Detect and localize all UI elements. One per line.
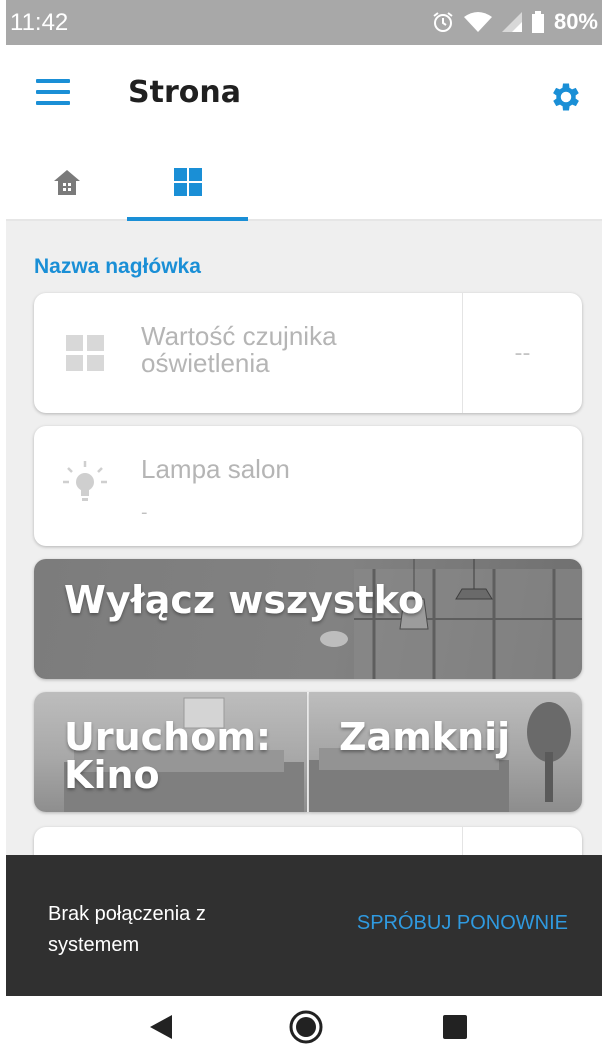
scene-close-button[interactable]: Zamknij	[309, 692, 582, 812]
lamp-card[interactable]: Lampa salon -	[34, 426, 582, 546]
system-nav-bar	[6, 996, 602, 1051]
tab-home[interactable]	[34, 145, 100, 221]
sensor-label: Wartość czujnika oświetlenia	[141, 321, 337, 378]
scene-off-label: Wyłącz wszystko	[64, 578, 425, 622]
tab-grid[interactable]	[127, 145, 248, 221]
main-content: Nazwa nagłówka Wartość czujnika oświetle…	[6, 221, 602, 855]
alarm-icon	[433, 12, 453, 32]
signal-icon	[501, 12, 522, 32]
status-time: 11:42	[10, 9, 69, 36]
divider	[462, 827, 463, 855]
page-title: Strona	[128, 75, 241, 110]
tab-bar	[6, 145, 602, 221]
status-bar: 11:42 80%	[6, 0, 602, 45]
scene-off-all-button[interactable]: Wyłącz wszystko	[34, 559, 582, 679]
grid-icon	[66, 335, 104, 371]
bulb-icon	[63, 461, 107, 501]
home-nav-icon[interactable]	[289, 1010, 323, 1044]
menu-button[interactable]	[36, 79, 70, 113]
back-icon[interactable]	[148, 1014, 174, 1040]
app-bar: Strona	[6, 45, 602, 145]
home-icon	[54, 170, 80, 195]
section-header: Nazwa nagłówka	[34, 255, 201, 278]
recent-apps-icon[interactable]	[442, 1014, 468, 1040]
battery-icon	[531, 11, 544, 33]
gear-icon[interactable]	[548, 79, 584, 115]
snackbar-message: Brak połączenia z systemem	[48, 903, 206, 956]
grid-icon	[173, 168, 202, 196]
scene-close-label: Zamknij	[339, 715, 511, 759]
lamp-label: Lampa salon	[141, 454, 290, 484]
scene-kino-label: Uruchom: Kino	[64, 715, 272, 797]
battery-percent: 80%	[553, 9, 598, 34]
snackbar: Brak połączenia z systemem SPRÓBUJ PONOW…	[6, 855, 602, 996]
scene-kino-button[interactable]: Uruchom: Kino	[34, 692, 308, 812]
sensor-card[interactable]: Wartość czujnika oświetlenia --	[34, 293, 582, 413]
wifi-icon	[463, 12, 492, 32]
lamp-status: -	[141, 502, 148, 523]
retry-button[interactable]: SPRÓBUJ PONOWNIE	[357, 912, 568, 935]
partial-card[interactable]	[34, 827, 582, 855]
sensor-value: --	[514, 340, 531, 366]
status-icons: 80%	[432, 9, 598, 35]
menu-icon	[36, 79, 70, 83]
